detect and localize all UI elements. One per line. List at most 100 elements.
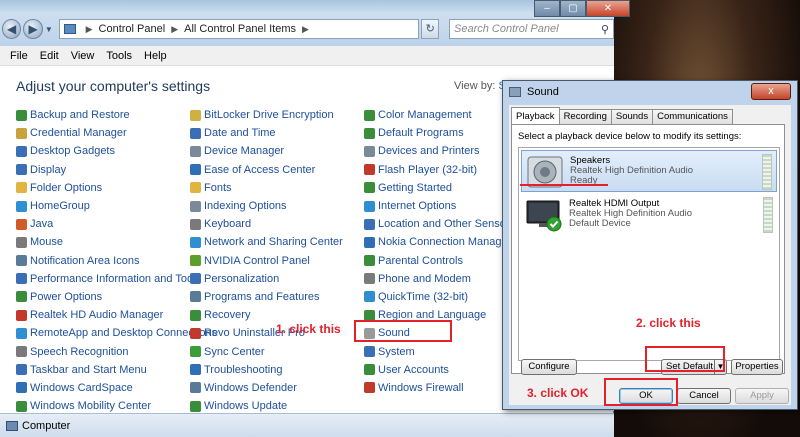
cp-item-folder-options[interactable]: Folder Options [16, 179, 217, 197]
view-by-label: View by: [454, 80, 496, 92]
breadcrumb-separator-icon: ▶ [302, 23, 309, 34]
cp-item-display[interactable]: Display [16, 161, 217, 179]
cp-item-fonts[interactable]: Fonts [190, 179, 343, 197]
items-column-1: Backup and Restore Credential Manager Desk… [16, 106, 217, 415]
item-label: Sync Center [204, 345, 265, 358]
cp-item-keyboard[interactable]: Keyboard [190, 215, 343, 233]
cp-item-homegroup[interactable]: HomeGroup [16, 197, 217, 215]
menu-help[interactable]: Help [144, 50, 167, 62]
cancel-button[interactable]: Cancel [677, 388, 731, 404]
cp-item-backup-and-restore[interactable]: Backup and Restore [16, 106, 217, 124]
item-label: Device Manager [204, 145, 285, 158]
item-icon [190, 400, 201, 412]
item-icon [190, 364, 201, 376]
item-label: Folder Options [30, 181, 103, 194]
cp-item-windows-defender[interactable]: Windows Defender [190, 379, 343, 397]
cp-item-realtek-hd-audio-manager[interactable]: Realtek HD Audio Manager [16, 306, 217, 324]
highlight-sound [354, 320, 452, 342]
cp-item-desktop-gadgets[interactable]: Desktop Gadgets [16, 142, 217, 160]
item-label: Backup and Restore [30, 109, 130, 122]
cp-item-windows-cardspace[interactable]: Windows CardSpace [16, 379, 217, 397]
dialog-close-button[interactable]: x [751, 83, 791, 100]
item-label: NVIDIA Control Panel [204, 254, 310, 267]
item-label: Color Management [378, 109, 472, 122]
properties-button[interactable]: Properties [731, 359, 783, 375]
item-label: Performance Information and Tools [30, 272, 201, 285]
item-icon [190, 145, 201, 157]
cp-item-performance-information-and-tools[interactable]: Performance Information and Tools [16, 270, 217, 288]
item-icon [190, 346, 201, 358]
tab-recording[interactable]: Recording [558, 109, 612, 125]
item-label: QuickTime (32-bit) [378, 290, 469, 303]
cp-item-device-manager[interactable]: Device Manager [190, 142, 343, 160]
minimize-button[interactable]: – [534, 0, 560, 17]
menu-file[interactable]: File [10, 50, 28, 62]
item-icon [190, 291, 201, 303]
menu-tools[interactable]: Tools [106, 50, 132, 62]
address-bar[interactable]: ▶ Control Panel ▶ All Control Panel Item… [58, 19, 420, 39]
apply-button[interactable]: Apply [735, 388, 789, 404]
cp-item-sync-center[interactable]: Sync Center [190, 342, 343, 360]
item-label: Programs and Features [204, 290, 320, 303]
item-label: Date and Time [204, 127, 276, 140]
item-label: Phone and Modem [378, 272, 471, 285]
item-icon [364, 182, 375, 194]
volume-meter [762, 154, 772, 190]
item-icon [190, 327, 201, 339]
tab-communications[interactable]: Communications [652, 109, 733, 125]
cp-item-bitlocker-drive-encryption[interactable]: BitLocker Drive Encryption [190, 106, 343, 124]
item-icon [364, 164, 375, 176]
item-icon [16, 309, 27, 321]
device-hdmi[interactable]: Realtek HDMI Output Realtek High Definit… [521, 194, 777, 236]
configure-button[interactable]: Configure [521, 359, 577, 375]
item-label: User Accounts [378, 363, 449, 376]
cp-item-date-and-time[interactable]: Date and Time [190, 124, 343, 142]
back-button[interactable]: ◀ [2, 19, 22, 39]
menu-edit[interactable]: Edit [40, 50, 59, 62]
item-label: Windows Update [204, 400, 288, 413]
cp-item-notification-area-icons[interactable]: Notification Area Icons [16, 252, 217, 270]
search-icon[interactable]: ⚲ [601, 21, 609, 39]
status-bar: Computer [0, 413, 614, 437]
item-icon [16, 273, 27, 285]
cp-item-power-options[interactable]: Power Options [16, 288, 217, 306]
item-label: Troubleshooting [204, 363, 283, 376]
item-icon [364, 236, 375, 248]
cp-item-mouse[interactable]: Mouse [16, 233, 217, 251]
item-icon [190, 182, 201, 194]
item-label: Credential Manager [30, 127, 127, 140]
search-input[interactable]: Search Control Panel ⚲ [449, 19, 615, 39]
item-icon [16, 400, 27, 412]
cp-item-personalization[interactable]: Personalization [190, 270, 343, 288]
forward-button[interactable]: ▶ [23, 19, 43, 39]
cp-item-ease-of-access-center[interactable]: Ease of Access Center [190, 161, 343, 179]
cp-item-java[interactable]: Java [16, 215, 217, 233]
cp-item-indexing-options[interactable]: Indexing Options [190, 197, 343, 215]
cp-item-remoteapp-and-desktop-connections[interactable]: RemoteApp and Desktop Connections [16, 324, 217, 342]
close-window-button[interactable]: ✕ [586, 0, 630, 17]
item-icon [364, 145, 375, 157]
tab-playback[interactable]: Playback [511, 107, 560, 125]
breadcrumb-separator-icon: ▶ [171, 23, 179, 34]
item-label: Windows Defender [204, 381, 297, 394]
breadcrumb-all-items[interactable]: All Control Panel Items [184, 23, 296, 35]
cp-item-nvidia-control-panel[interactable]: NVIDIA Control Panel [190, 252, 343, 270]
recent-pages-dropdown[interactable]: ▼ [45, 25, 55, 34]
speaker-icon [509, 87, 521, 97]
tab-sounds[interactable]: Sounds [610, 109, 654, 125]
cp-item-speech-recognition[interactable]: Speech Recognition [16, 342, 217, 360]
dialog-tabs: Playback Recording Sounds Communications [511, 107, 733, 125]
cp-item-programs-and-features[interactable]: Programs and Features [190, 288, 343, 306]
search-placeholder: Search Control Panel [454, 23, 559, 35]
maximize-button[interactable]: ▢ [560, 0, 586, 17]
cp-item-taskbar-and-start-menu[interactable]: Taskbar and Start Menu [16, 361, 217, 379]
cp-item-troubleshooting[interactable]: Troubleshooting [190, 361, 343, 379]
cp-item-network-and-sharing-center[interactable]: Network and Sharing Center [190, 233, 343, 251]
breadcrumb-control-panel[interactable]: Control Panel [99, 23, 166, 35]
highlight-set-default [645, 346, 725, 372]
refresh-button[interactable]: ↻ [421, 19, 439, 39]
cp-item-credential-manager[interactable]: Credential Manager [16, 124, 217, 142]
item-label: Personalization [204, 272, 280, 285]
annotation-step-2: 2. click this [636, 316, 701, 330]
menu-view[interactable]: View [71, 50, 95, 62]
